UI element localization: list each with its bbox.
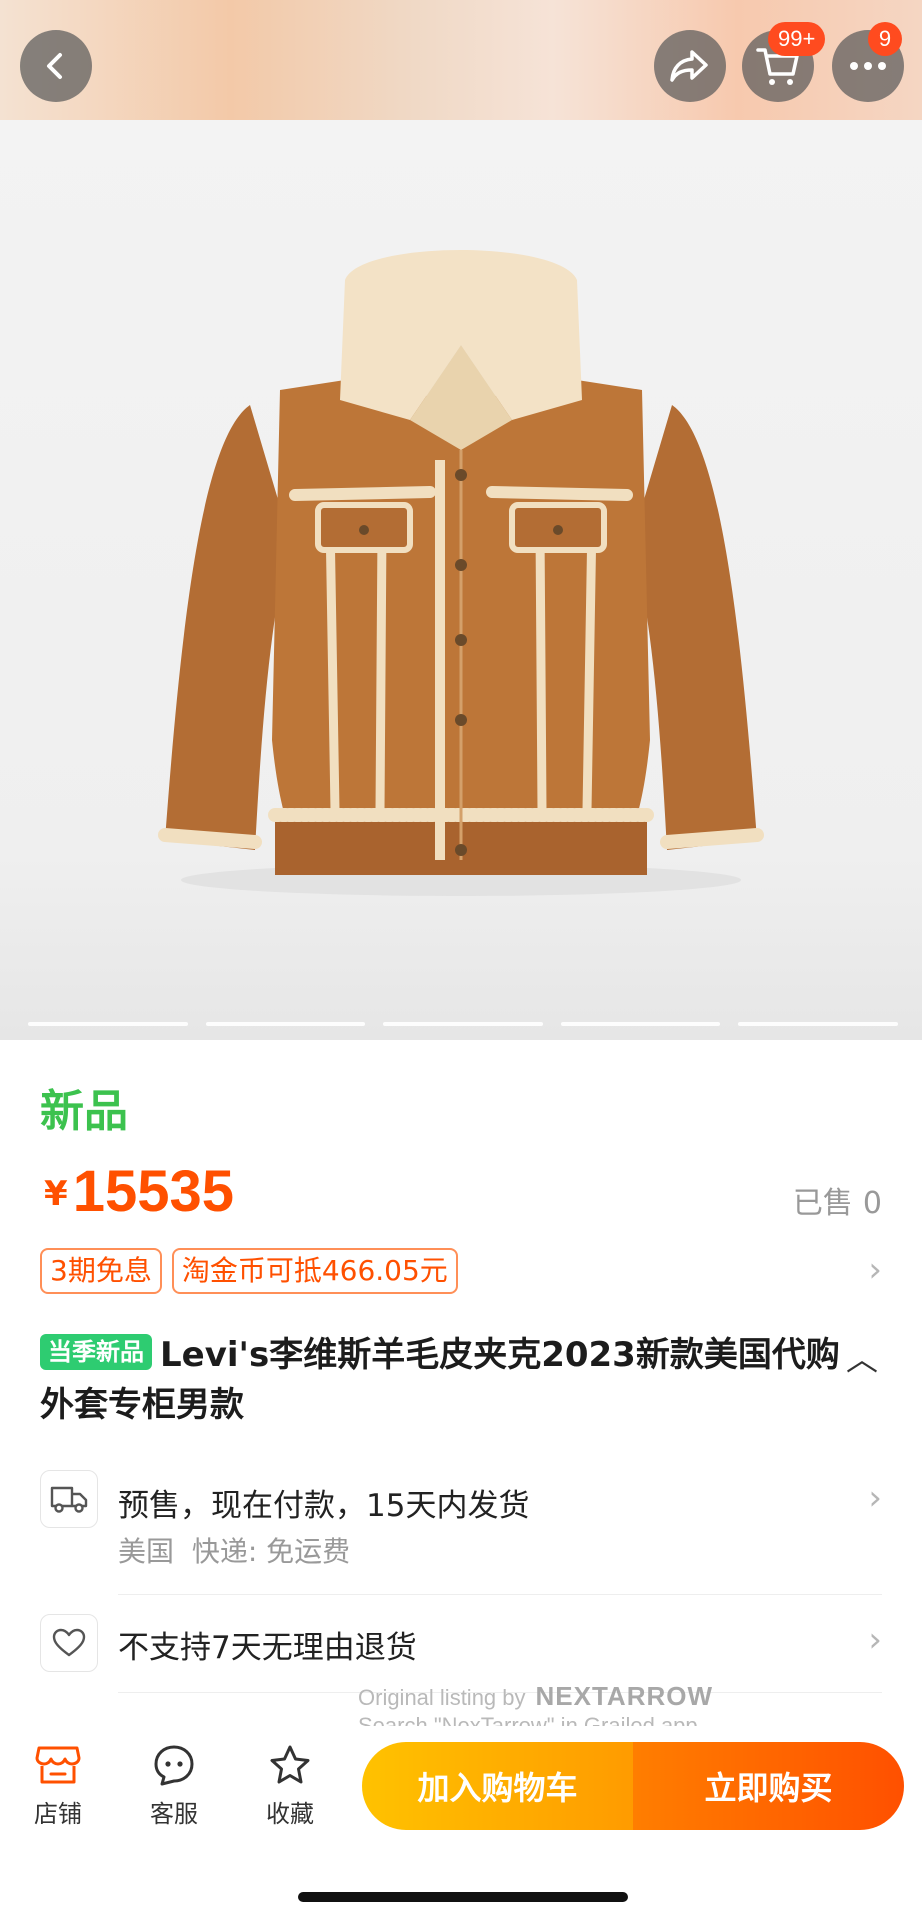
shipping-fee: 免运费 <box>266 1535 351 1568</box>
customer-service-label: 客服 <box>150 1800 198 1828</box>
page-dot <box>383 1022 543 1026</box>
shipping-origin: 美国 <box>118 1535 175 1568</box>
product-jacket-image <box>158 250 764 896</box>
product-title: 当季新品 Levi's李维斯羊毛皮夹克2023新款美国代购外套专柜男款 <box>40 1330 850 1430</box>
favorite-label: 收藏 <box>266 1800 314 1828</box>
currency-symbol: ¥ <box>44 1174 68 1214</box>
customer-service-tab[interactable]: 客服 <box>134 1744 214 1829</box>
purchase-buttons: 加入购物车 立即购买 <box>362 1742 904 1830</box>
returns-row[interactable]: 不支持7天无理由退货 › <box>40 1614 882 1674</box>
installment-coupon[interactable]: 3期免息 <box>40 1248 162 1294</box>
shipping-sub-text: 美国 快递: 免运费 <box>118 1530 350 1570</box>
favorite-tab[interactable]: 收藏 <box>250 1744 330 1829</box>
sold-count: 已售 0 <box>793 1178 882 1222</box>
page-dot <box>28 1022 188 1026</box>
price: ¥ 15535 <box>44 1158 234 1225</box>
sold-label: 已售 <box>792 1186 853 1221</box>
store-label: 店铺 <box>34 1800 82 1828</box>
shipping-row[interactable]: 预售，现在付款，15天内发货 美国 快递: 免运费 › <box>40 1470 882 1568</box>
message-count-badge: 9 <box>868 22 902 56</box>
store-tab[interactable]: 店铺 <box>18 1744 98 1829</box>
share-icon <box>670 50 708 82</box>
gallery-page-indicator <box>28 1022 898 1026</box>
sold-number: 0 <box>862 1186 882 1221</box>
courier-label: 快递: <box>191 1535 258 1568</box>
page-dot <box>560 1022 721 1026</box>
chevron-right-icon: › <box>868 1620 882 1660</box>
coupon-row[interactable]: 3期免息 淘金币可抵466.05元 <box>40 1248 458 1294</box>
divider <box>118 1594 882 1595</box>
store-icon <box>35 1746 81 1784</box>
page-dot <box>738 1022 898 1026</box>
new-product-tag: 新品 <box>40 1086 128 1137</box>
collapse-title-icon[interactable]: ︿ <box>846 1334 878 1380</box>
product-image-gallery[interactable] <box>0 120 922 1040</box>
delivery-truck-icon <box>40 1470 98 1528</box>
returns-text: 不支持7天无理由退货 <box>118 1630 417 1666</box>
add-to-cart-button[interactable]: 加入购物车 <box>362 1742 633 1830</box>
page-dot <box>205 1022 366 1026</box>
watermark-brand: NEXTARROW <box>535 1681 714 1711</box>
watermark-line1: Original listing by <box>358 1685 526 1710</box>
season-new-badge: 当季新品 <box>40 1334 152 1370</box>
heart-icon <box>40 1614 98 1672</box>
customer-service-icon <box>154 1745 194 1786</box>
more-dots-icon <box>850 62 886 70</box>
chevron-right-icon: › <box>868 1478 882 1518</box>
product-title-text: Levi's李维斯羊毛皮夹克2023新款美国代购外套专柜男款 <box>40 1335 840 1425</box>
cart-count-badge: 99+ <box>768 22 826 56</box>
share-button[interactable] <box>654 30 726 102</box>
home-indicator <box>298 1892 628 1902</box>
buy-now-button[interactable]: 立即购买 <box>633 1742 904 1830</box>
chevron-right-icon[interactable]: › <box>868 1250 882 1290</box>
chevron-left-icon <box>47 53 62 79</box>
taojinbi-coupon[interactable]: 淘金币可抵466.05元 <box>171 1248 458 1294</box>
back-button[interactable] <box>20 30 92 102</box>
star-icon <box>270 1745 310 1784</box>
shipping-main-text: 预售，现在付款，15天内发货 <box>118 1488 530 1524</box>
price-value: 15535 <box>72 1159 235 1224</box>
